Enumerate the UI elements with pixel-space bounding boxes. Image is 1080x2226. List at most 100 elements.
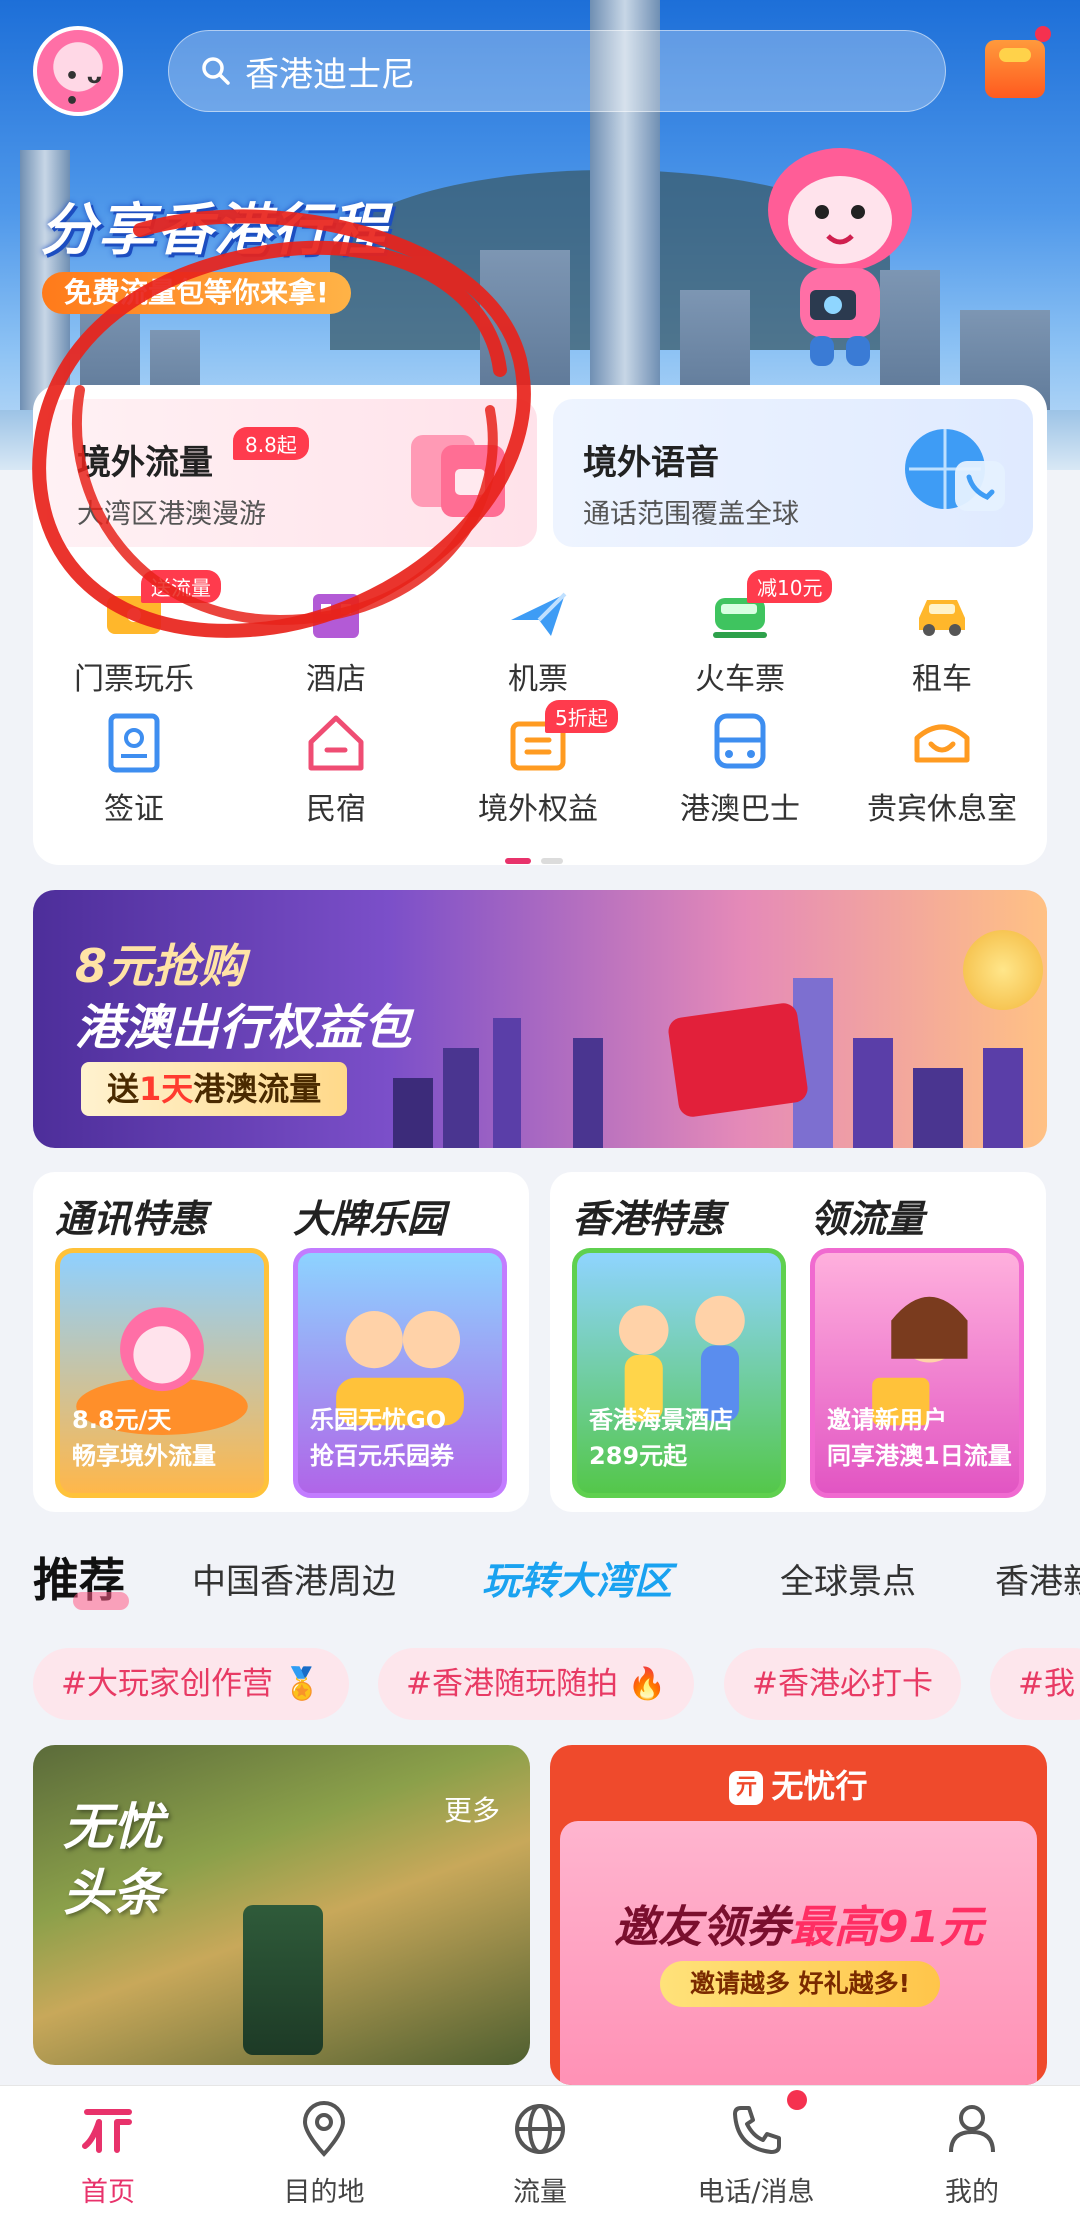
chip-creator-camp[interactable]: #大玩家创作营 🏅 [33,1648,350,1720]
airplane-icon [511,592,567,636]
feature-roaming-voice[interactable]: 境外语音 通话范围覆盖全球 [553,399,1033,547]
bus-icon [714,713,766,769]
user-icon [949,2105,995,2153]
notification-dot [787,2090,807,2110]
lounge-icon [914,724,970,763]
section-title: 通讯特惠 [55,1197,208,1241]
mascot-face-icon: • ᴗ • [65,64,102,114]
invite-headline-pre: 邀友领券 [613,1902,790,1953]
service-tickets[interactable]: 送流量 门票玩乐 [33,570,235,698]
nav-label: 目的地 [283,2177,365,2208]
home-icon [82,2109,132,2153]
invite-headline-highlight: 最高91元 [789,1902,984,1953]
nav-data[interactable]: 流量 [432,2100,648,2209]
chip-hk-photo[interactable]: #香港随玩随拍 🔥 [378,1648,695,1720]
feed-card-invite[interactable]: 亓无忧行 邀友领券最高91元 邀请越多 好礼越多! [550,1745,1047,2085]
service-label: 机票 [508,662,568,697]
avatar[interactable]: • ᴗ • [33,26,123,116]
nav-label: 电话/消息 [697,2177,815,2208]
coin-illustration [963,930,1043,1010]
sim-card-icon [411,435,505,517]
banner-line3-pre: 送 [107,1070,140,1108]
service-car-rental[interactable]: 租车 [841,580,1043,698]
price-badge: 8.8起 [233,427,309,460]
nav-phone-messages[interactable]: 电话/消息 [648,2090,864,2209]
promo-subtitle[interactable]: 免费流量包等你来拿! [42,272,351,314]
promo-tile-roaming[interactable]: 8.8元/天 畅享境外流量 [55,1248,269,1498]
globe-icon [515,2104,565,2154]
service-visa[interactable]: 签证 [33,710,235,828]
category-tabs: 推荐 中国香港周边 玩转大湾区 全球景点 香港新 [0,1540,1080,1620]
nav-home[interactable]: 首页 [0,2100,216,2209]
fire-icon: 🔥 [627,1666,667,1702]
service-flights[interactable]: 机票 [437,580,639,698]
hashtag-chips: #大玩家创作营 🏅 #香港随玩随拍 🔥 #香港必打卡 #我 [0,1648,1080,1720]
service-hk-macau-bus[interactable]: 港澳巴士 [639,710,841,828]
tab-hong-kong-more[interactable]: 香港新 [995,1554,1080,1603]
tile-line2: 抢百元乐园券 [310,1442,454,1470]
more-link[interactable]: 更多 [444,1789,500,1829]
chip-label: #我 [1018,1666,1075,1702]
service-tag: 送流量 [141,570,221,603]
invite-headline: 邀友领券最高91元 [560,1891,1037,1955]
tram-illustration [243,1905,323,2055]
tile-line2: 289元起 [589,1442,688,1470]
banner-line3-post: 港澳流量 [193,1070,322,1108]
tile-line1: 8.8元/天 [72,1406,172,1434]
tile-line1: 邀请新用户 [827,1406,947,1434]
service-label: 门票玩乐 [74,662,194,697]
promo-tile-free-data[interactable]: 邀请新用户 同享港澳1日流量 [810,1248,1024,1498]
service-label: 贵宾休息室 [867,792,1017,827]
promo-tile-theme-park[interactable]: 乐园无忧GO 抢百元乐园券 [293,1248,507,1498]
promo-title[interactable]: 分享香港行程 [40,185,388,266]
section-title: 领流量 [810,1197,925,1241]
banner-line2: 港澳出行权益包 [75,1000,412,1056]
homestay-icon [308,715,364,771]
chip-label: #香港必打卡 [752,1666,933,1702]
tile-line1: 乐园无忧GO [310,1406,447,1434]
gift-icon[interactable] [985,26,1051,98]
services-card: 境外流量 大湾区港澳漫游 8.8起 境外语音 通话范围覆盖全球 送流量 门票玩乐 [33,385,1047,865]
section-title: 香港特惠 [572,1197,725,1241]
nav-destination[interactable]: 目的地 [216,2100,432,2209]
nav-label: 我的 [945,2177,999,2208]
feature-roaming-data[interactable]: 境外流量 大湾区港澳漫游 8.8起 [47,399,537,547]
tab-global-attractions[interactable]: 全球景点 [780,1554,916,1603]
service-homestay[interactable]: 民宿 [235,710,437,828]
service-tag: 5折起 [545,700,618,733]
location-pin-icon [302,2101,346,2157]
tab-hk-nearby[interactable]: 中国香港周边 [192,1554,396,1603]
nav-profile[interactable]: 我的 [864,2100,1080,2209]
chip-more[interactable]: #我 [990,1648,1080,1720]
service-tag: 减10元 [747,570,833,603]
section-title: 大牌乐园 [293,1197,446,1241]
tile-line2: 同享港澳1日流量 [827,1442,1012,1470]
nav-label: 流量 [513,2177,567,2208]
feed-card-headlines[interactable]: 无忧 头条 更多 [33,1745,530,2065]
app-logo-icon: 亓 [729,1771,764,1805]
tile-line2: 畅享境外流量 [72,1442,216,1470]
service-label: 签证 [104,792,164,827]
red-envelope-illustration [666,1001,810,1119]
service-label: 境外权益 [478,792,598,827]
service-train[interactable]: 减10元 火车票 [639,570,841,698]
tab-recommend[interactable]: 推荐 [33,1544,129,1610]
car-icon [919,600,965,636]
feed-title-line1: 无忧 [63,1798,163,1856]
search-input[interactable]: 香港迪士尼 [168,30,946,112]
service-label: 租车 [912,662,972,697]
service-hotel[interactable]: 酒店 [235,580,437,698]
service-vip-lounge[interactable]: 贵宾休息室 [841,710,1043,828]
promo-card-left: 通讯特惠 大牌乐园 8.8元/天 畅享境外流量 乐园无忧GO 抢百元乐园券 [33,1172,529,1512]
service-label: 火车票 [695,662,785,697]
hotel-icon [313,594,359,638]
brand-header: 亓无忧行 [550,1761,1047,1807]
promo-banner[interactable]: 8元抢购 港澳出行权益包 送1天港澳流量 [33,890,1047,1148]
banner-line3: 送1天港澳流量 [81,1062,348,1116]
tab-greater-bay-area[interactable]: 玩转大湾区 [482,1550,672,1605]
service-overseas-benefits[interactable]: 5折起 境外权益 [437,700,639,828]
tile-line1: 香港海景酒店 [589,1406,733,1434]
page-indicator [505,849,573,868]
promo-tile-hk-hotel[interactable]: 香港海景酒店 289元起 [572,1248,786,1498]
chip-hk-must-visit[interactable]: #香港必打卡 [724,1648,961,1720]
